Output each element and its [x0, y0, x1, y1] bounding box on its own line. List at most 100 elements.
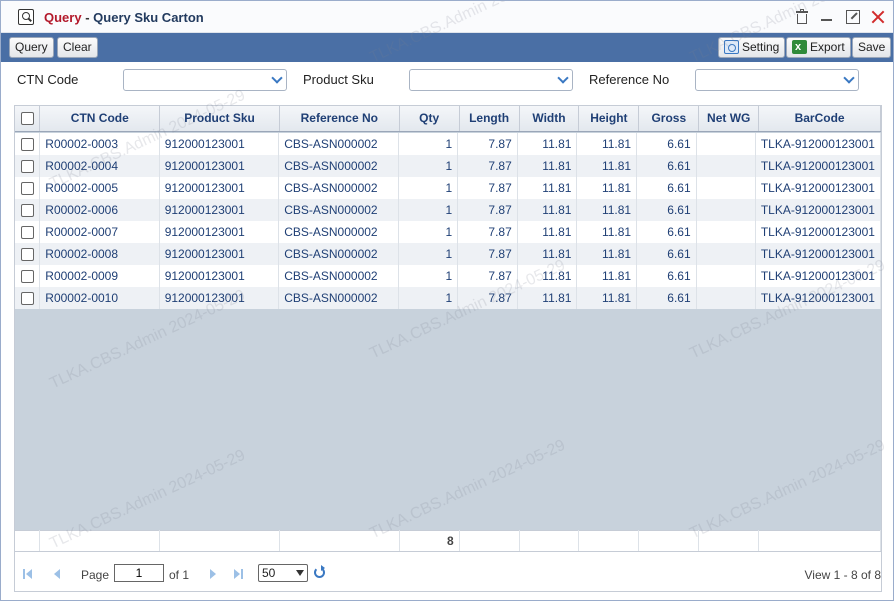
title-bar: Query - Query Sku Carton — [1, 1, 893, 33]
column-header-ctn-code[interactable]: CTN Code — [39, 106, 161, 132]
row-checkbox[interactable] — [20, 204, 34, 218]
cell-net-wg — [696, 221, 756, 243]
cell-reference-no: CBS-ASN000002 — [278, 221, 399, 243]
cell-length: 7.87 — [457, 287, 518, 309]
cell-barcode: TLKA-912000123001 — [755, 243, 881, 265]
clear-button[interactable]: Clear — [57, 37, 98, 58]
query-button[interactable]: Query — [9, 37, 54, 58]
row-checkbox[interactable] — [20, 226, 34, 240]
refresh-icon[interactable] — [314, 565, 325, 578]
row-select-cell — [15, 177, 41, 199]
page-size-value: 50 — [262, 566, 276, 580]
cell-net-wg — [696, 265, 756, 287]
cell-ctn-code: R00002-0003 — [39, 133, 160, 155]
column-header-width[interactable]: Width — [519, 106, 580, 132]
table-row[interactable]: R00002-0003 912000123001 CBS-ASN000002 1 7.8… — [15, 133, 881, 155]
cell-ctn-code: R00002-0005 — [39, 177, 160, 199]
row-select-cell — [15, 221, 41, 243]
cell-gross: 6.61 — [636, 177, 697, 199]
chevron-down-icon — [557, 72, 569, 84]
column-header-length[interactable]: Length — [459, 106, 520, 132]
export-button[interactable]: Export — [786, 37, 851, 58]
row-select-cell — [15, 133, 41, 155]
cell-height: 11.81 — [576, 221, 638, 243]
cell-ctn-code: R00002-0006 — [39, 199, 160, 221]
table-row[interactable]: R00002-0008 912000123001 CBS-ASN000002 1 7.8… — [15, 243, 881, 265]
row-checkbox[interactable] — [20, 160, 34, 174]
cell-gross: 6.61 — [636, 221, 697, 243]
cell-ctn-code: R00002-0009 — [39, 265, 160, 287]
grid-body: R00002-0003 912000123001 CBS-ASN000002 1 7.8… — [15, 133, 881, 309]
cell-product-sku: 912000123001 — [159, 155, 280, 177]
row-checkbox[interactable] — [20, 182, 34, 196]
column-header-net-wg[interactable]: Net WG — [698, 106, 760, 132]
cell-gross: 6.61 — [636, 199, 697, 221]
cell-height: 11.81 — [576, 287, 638, 309]
toolbar: Query Clear Setting Export Save — [1, 33, 893, 62]
cell-ctn-code: R00002-0008 — [39, 243, 160, 265]
page-number-input[interactable] — [114, 564, 164, 582]
row-checkbox[interactable] — [20, 270, 34, 284]
column-header-barcode[interactable]: BarCode — [758, 106, 881, 132]
table-row[interactable]: R00002-0006 912000123001 CBS-ASN000002 1 7.8… — [15, 199, 881, 221]
setting-button[interactable]: Setting — [718, 37, 786, 58]
title-separator: - — [85, 10, 90, 25]
cell-net-wg — [696, 287, 756, 309]
column-header-reference-no[interactable]: Reference No — [279, 106, 400, 132]
ctn-code-select[interactable] — [123, 69, 287, 91]
search-document-icon — [18, 9, 34, 25]
cell-net-wg — [696, 243, 756, 265]
row-checkbox[interactable] — [20, 138, 34, 152]
close-icon[interactable] — [869, 8, 887, 26]
cell-width: 11.81 — [517, 177, 578, 199]
prev-page-icon[interactable] — [51, 567, 63, 581]
cell-reference-no: CBS-ASN000002 — [278, 177, 399, 199]
column-header-qty[interactable]: Qty — [399, 106, 460, 132]
trash-icon[interactable] — [793, 8, 811, 26]
reference-no-select[interactable] — [695, 69, 859, 91]
setting-icon — [724, 40, 739, 54]
table-row[interactable]: R00002-0010 912000123001 CBS-ASN000002 1 7.8… — [15, 287, 881, 309]
table-row[interactable]: R00002-0004 912000123001 CBS-ASN000002 1 7.8… — [15, 155, 881, 177]
column-header-height[interactable]: Height — [578, 106, 640, 132]
pager: Page of 1 50 View 1 - 8 of 8 — [15, 552, 882, 591]
page-count: of 1 — [169, 568, 190, 582]
query-sku-carton-window: Query - Query Sku Carton Query Clear Set… — [0, 0, 894, 601]
cell-product-sku: 912000123001 — [159, 243, 280, 265]
minimize-icon[interactable] — [818, 8, 836, 26]
column-header-gross[interactable]: Gross — [638, 106, 700, 132]
cell-barcode: TLKA-912000123001 — [755, 199, 881, 221]
page-label: Page — [81, 568, 110, 582]
select-all-checkbox[interactable] — [20, 112, 34, 126]
filter-bar: CTN Code Product Sku Reference No — [1, 62, 893, 98]
cell-length: 7.87 — [457, 155, 518, 177]
page-size-select[interactable]: 50 — [258, 564, 308, 582]
ctn-code-label: CTN Code — [17, 72, 79, 87]
maximize-icon[interactable] — [844, 8, 862, 26]
view-range-text: View 1 - 8 of 8 — [804, 568, 882, 582]
cell-net-wg — [696, 177, 756, 199]
table-row[interactable]: R00002-0009 912000123001 CBS-ASN000002 1 7.8… — [15, 265, 881, 287]
cell-product-sku: 912000123001 — [159, 287, 280, 309]
save-button[interactable]: Save — [852, 37, 892, 58]
cell-qty: 1 — [398, 221, 459, 243]
cell-width: 11.81 — [517, 265, 578, 287]
column-header-product-sku[interactable]: Product Sku — [159, 106, 280, 132]
cell-ctn-code: R00002-0004 — [39, 155, 160, 177]
row-checkbox[interactable] — [20, 292, 34, 306]
table-row[interactable]: R00002-0005 912000123001 CBS-ASN000002 1 7.8… — [15, 177, 881, 199]
row-checkbox[interactable] — [20, 248, 34, 262]
cell-reference-no: CBS-ASN000002 — [278, 133, 399, 155]
product-sku-select[interactable] — [409, 69, 573, 91]
table-row[interactable]: R00002-0007 912000123001 CBS-ASN000002 1 7.8… — [15, 221, 881, 243]
next-page-icon[interactable] — [208, 567, 220, 581]
cell-barcode: TLKA-912000123001 — [755, 287, 881, 309]
first-page-icon[interactable] — [23, 567, 35, 581]
last-page-icon[interactable] — [232, 567, 244, 581]
page-title: Query Sku Carton — [93, 10, 204, 25]
cell-product-sku: 912000123001 — [159, 133, 280, 155]
setting-label: Setting — [742, 40, 780, 54]
grid-summary-row: 8 — [15, 530, 881, 552]
cell-qty: 1 — [398, 243, 459, 265]
cell-product-sku: 912000123001 — [159, 177, 280, 199]
